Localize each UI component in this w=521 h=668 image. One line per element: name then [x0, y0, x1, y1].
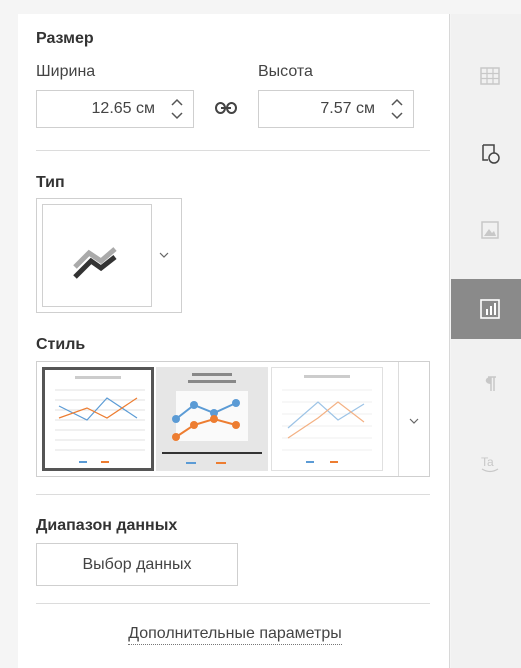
chart-style-picker[interactable]	[36, 361, 430, 477]
style-divider	[398, 362, 399, 476]
chart-icon[interactable]	[479, 298, 501, 320]
width-input[interactable]: 12.65 см	[36, 90, 194, 128]
style-title: Стиль	[36, 336, 86, 353]
chevron-down-icon[interactable]	[159, 251, 169, 259]
divider	[36, 494, 430, 495]
table-icon[interactable]	[479, 65, 501, 87]
height-spinner[interactable]	[389, 95, 405, 123]
chart-type-preview	[42, 204, 152, 307]
width-value: 12.65 см	[91, 100, 155, 117]
type-title: Тип	[36, 174, 65, 191]
advanced-settings-link[interactable]: Дополнительные параметры	[128, 625, 342, 645]
shape-icon[interactable]	[479, 142, 501, 164]
chart-style-option[interactable]	[156, 367, 268, 471]
paragraph-icon[interactable]	[479, 373, 501, 395]
chart-style-option[interactable]	[42, 367, 154, 471]
right-sidebar	[451, 14, 521, 668]
image-icon[interactable]	[479, 219, 501, 241]
text-art-icon[interactable]: Ta	[479, 452, 501, 474]
size-title: Размер	[36, 30, 94, 47]
divider	[36, 150, 430, 151]
svg-text:Ta: Ta	[481, 455, 494, 469]
line-chart-type-icon	[73, 247, 117, 279]
lock-ratio-icon[interactable]	[214, 100, 238, 116]
chart-type-picker[interactable]	[36, 198, 182, 313]
data-range-title: Диапазон данных	[36, 517, 178, 534]
select-data-button[interactable]: Выбор данных	[36, 543, 238, 586]
advanced-settings-link-row: Дополнительные параметры	[0, 625, 470, 645]
chart-style-option[interactable]	[271, 367, 383, 471]
width-label: Ширина	[36, 63, 96, 80]
chevron-down-icon[interactable]	[409, 417, 419, 425]
width-spinner[interactable]	[169, 95, 185, 123]
divider	[36, 603, 430, 604]
height-label: Высота	[258, 63, 313, 80]
height-input[interactable]: 7.57 см	[258, 90, 414, 128]
height-value: 7.57 см	[320, 100, 375, 117]
